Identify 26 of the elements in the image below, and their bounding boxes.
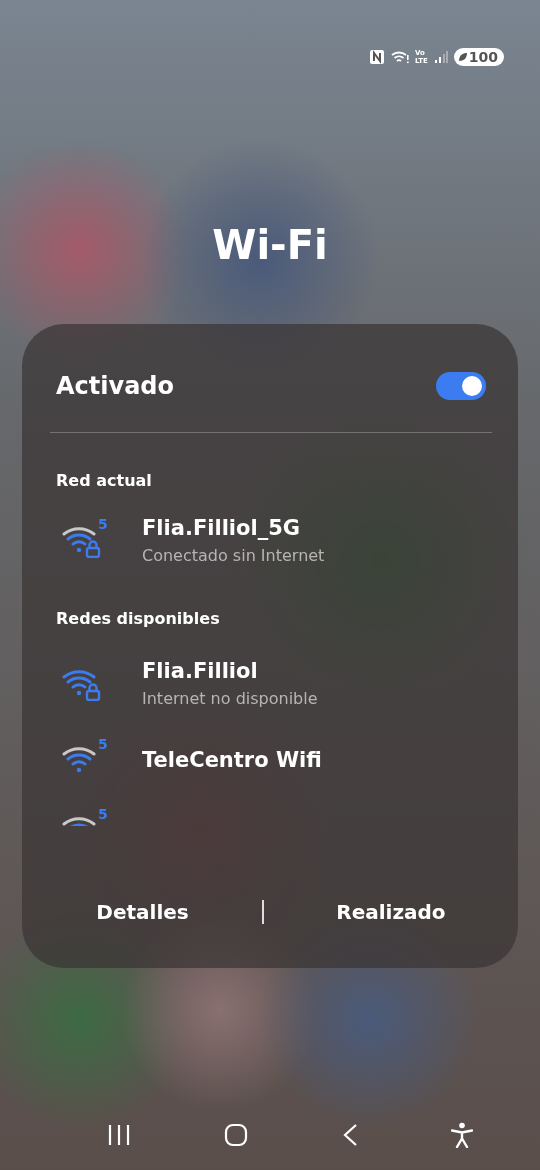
recents-icon[interactable] — [106, 1124, 131, 1146]
signal-icon — [433, 50, 448, 64]
wifi-icon — [390, 50, 409, 64]
network-name: TeleCentro Wifi — [142, 748, 322, 772]
footer-button[interactable]: Realizado — [328, 896, 454, 928]
network-status: Conectado sin Internet — [142, 545, 325, 565]
battery-indicator: 100 — [453, 48, 504, 66]
back-icon[interactable] — [341, 1123, 358, 1147]
toggle-label: Activado — [56, 372, 174, 400]
network-item[interactable]: 5 TeleCentro Wifi — [56, 725, 486, 795]
network-item[interactable]: 5 Flia.Filliol_5G Conectado sin Internet — [56, 505, 486, 575]
band-label: 5 — [98, 516, 108, 532]
accessibility-icon[interactable] — [451, 1122, 474, 1148]
network-status: Internet no disponible — [142, 688, 318, 708]
section-heading: Redes disponibles — [56, 609, 221, 630]
network-item[interactable]: Flia.Filliol Internet no disponible — [56, 641, 486, 725]
network-name: Flia.Filliol_5G — [142, 515, 301, 540]
band-label: 5 — [98, 806, 108, 822]
wifi-switch[interactable] — [436, 372, 486, 400]
screen-title: Wi-Fi — [211, 221, 329, 270]
home-icon[interactable] — [224, 1123, 249, 1147]
band-label: 5 — [98, 736, 108, 752]
section-heading: Red actual — [56, 471, 153, 492]
footer-button[interactable]: Detalles — [88, 896, 197, 928]
leaf-icon — [457, 52, 468, 62]
network-name: Flia.Filliol — [142, 658, 259, 683]
